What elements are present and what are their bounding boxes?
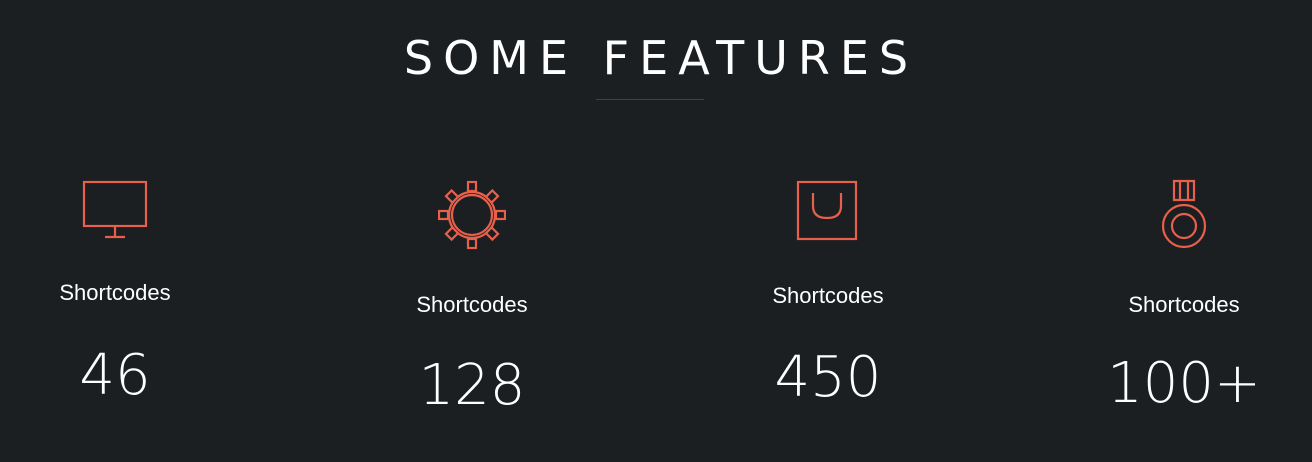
feature-label: Shortcodes	[416, 292, 528, 317]
feature-label: Shortcodes	[1128, 292, 1240, 317]
feature-count: 46	[79, 343, 151, 408]
shopping-bag-icon	[794, 178, 862, 250]
feature-count: 100+	[1107, 351, 1261, 416]
feature-item-4: Shortcodes 100+	[1054, 0, 1312, 462]
feature-label: Shortcodes	[59, 280, 171, 305]
feature-item-3: Shortcodes 450	[698, 0, 958, 462]
gear-icon	[438, 178, 506, 250]
feature-label: Shortcodes	[772, 283, 884, 308]
feature-item-2: Shortcodes 128	[342, 0, 602, 462]
medal-icon	[1150, 178, 1218, 250]
feature-item-1: Shortcodes 46	[0, 0, 245, 462]
title-underline	[596, 99, 704, 100]
monitor-icon	[81, 178, 149, 250]
features-section: SOME FEATURES Shortcodes 46 Shortcodes 1…	[0, 0, 1312, 462]
feature-count: 450	[774, 345, 882, 410]
feature-count: 128	[418, 353, 526, 418]
